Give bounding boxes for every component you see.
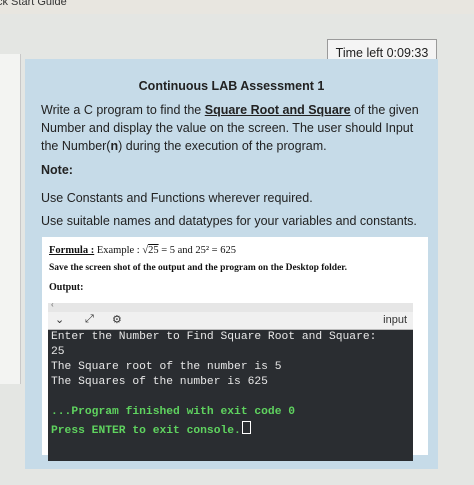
- console-prompt-text: Press ENTER to exit console.: [51, 425, 241, 437]
- question-text-part1: Write a C program to find the: [41, 103, 205, 117]
- top-strip: ck Start Guide: [0, 0, 474, 14]
- formula-label: Formula :: [49, 245, 95, 256]
- console-window[interactable]: ‹ ⌄ ⤢ ⚙ input Enter the Number to Find S…: [48, 303, 413, 461]
- caret-icon: ‹: [51, 303, 54, 309]
- console-line-prompt: Press ENTER to exit console.: [51, 421, 251, 437]
- question-text: Write a C program to find the Square Roo…: [41, 101, 431, 155]
- settings-icon[interactable]: ⚙: [112, 313, 122, 326]
- page-area: Time left 0:09:33 Continuous LAB Assessm…: [0, 14, 474, 485]
- formula-line: Formula : Example : √25 = 5 and 25² = 62…: [49, 245, 236, 256]
- console-line-exit: ...Program finished with exit code 0: [51, 406, 296, 418]
- left-panel: [0, 54, 21, 384]
- console-toolbar: ⌄ ⤢ ⚙ input: [48, 312, 413, 330]
- console-input-label: input: [383, 314, 407, 326]
- console-cursor[interactable]: [241, 421, 251, 434]
- question-n: n: [110, 139, 119, 153]
- question-card: Continuous LAB Assessment 1 Write a C pr…: [25, 59, 438, 469]
- note-heading: Note:: [41, 163, 73, 177]
- console-line: 25: [51, 346, 65, 358]
- instruction-panel: Formula : Example : √25 = 5 and 25² = 62…: [42, 237, 428, 461]
- console-line: The Square root of the number is 5: [51, 361, 282, 373]
- console-line: The Squares of the number is 625: [51, 376, 268, 388]
- console-line: Enter the Number to Find Square Root and…: [51, 331, 377, 343]
- console-resize-strip[interactable]: ‹: [48, 303, 413, 312]
- expand-icon[interactable]: ⤢: [85, 313, 94, 326]
- formula-example-prefix: Example : √: [94, 245, 149, 256]
- timer-text: Time left 0:09:33: [335, 46, 429, 60]
- question-text-part3: ) during the execution of the program.: [118, 139, 327, 153]
- formula-example-rest: = 5 and 25² = 625: [158, 245, 236, 256]
- top-strip-text: ck Start Guide: [0, 0, 67, 8]
- chevron-down-icon[interactable]: ⌄: [55, 313, 64, 326]
- output-label: Output:: [49, 282, 84, 293]
- save-instruction: Save the screen shot of the output and t…: [49, 263, 348, 273]
- formula-sqrt-arg: 25: [148, 245, 159, 256]
- question-title: Continuous LAB Assessment 1: [138, 79, 325, 93]
- question-highlight: Square Root and Square: [204, 103, 351, 117]
- note-line-1: Use Constants and Functions wherever req…: [41, 191, 313, 205]
- note-line-2: Use suitable names and datatypes for you…: [41, 214, 417, 228]
